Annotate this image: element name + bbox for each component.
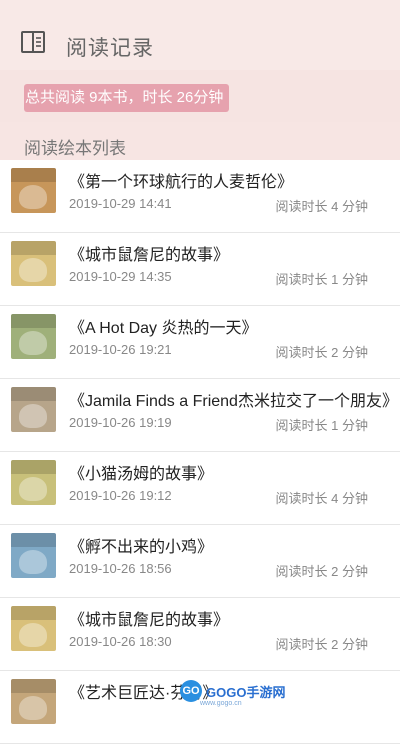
book-title: 《第一个环球航行的人麦哲伦》 [69,174,294,191]
book-list: 《第一个环球航行的人麦哲伦》 2019-10-29 14:41 阅读时长 4 分钟《… [0,160,400,744]
read-duration: 阅读时长 4 分钟 [275,491,368,506]
book-title: 《孵不出来的小鸡》 [69,539,214,556]
book-title: 《小猫汤姆的故事》 [69,466,214,483]
read-duration: 阅读时长 1 分钟 [275,272,368,287]
read-duration: 阅读时长 1 分钟 [275,418,368,433]
header-bar [0,0,400,78]
book-cover [11,533,56,578]
watermark-url: www.gogo.cn [200,700,242,707]
list-item[interactable]: 《城市鼠詹尼的故事》 2019-10-29 14:35 阅读时长 1 分钟 [0,233,400,306]
read-date: 2019-10-26 18:56 [69,561,172,576]
list-item[interactable]: 《第一个环球航行的人麦哲伦》 2019-10-29 14:41 阅读时长 4 分钟 [0,160,400,233]
read-duration: 阅读时长 2 分钟 [275,345,368,360]
book-title: 《城市鼠詹尼的故事》 [69,247,230,264]
watermark-logo-icon: GO [180,680,202,702]
list-item[interactable]: 《城市鼠詹尼的故事》 2019-10-26 18:30 阅读时长 2 分钟 [0,598,400,671]
read-duration: 阅读时长 2 分钟 [275,637,368,652]
page-title: 阅读记录 [66,37,154,60]
read-date: 2019-10-26 19:19 [69,415,172,430]
read-date: 2019-10-26 19:12 [69,488,172,503]
watermark-text: GOGO手游网 [206,684,286,700]
list-item[interactable]: 《孵不出来的小鸡》 2019-10-26 18:56 阅读时长 2 分钟 [0,525,400,598]
book-cover [11,679,56,724]
book-title: 《A Hot Day 炎热的一天》 [69,320,258,337]
list-item[interactable]: 《A Hot Day 炎热的一天》 2019-10-26 19:21 阅读时长 2 … [0,306,400,379]
book-cover [11,606,56,651]
list-item[interactable]: 《小猫汤姆的故事》 2019-10-26 19:12 阅读时长 4 分钟 [0,452,400,525]
read-duration: 阅读时长 4 分钟 [275,199,368,214]
read-date: 2019-10-29 14:35 [69,269,172,284]
read-duration: 阅读时长 2 分钟 [275,564,368,579]
watermark: GO GOGO手游网 [180,680,285,702]
book-title: 《城市鼠詹尼的故事》 [69,612,230,629]
read-date: 2019-10-26 18:30 [69,634,172,649]
list-item[interactable]: 《Jamila Finds a Friend杰米拉交了一个朋友》 2019-10-… [0,379,400,452]
section-title: 阅读绘本列表 [24,139,126,158]
read-date: 2019-10-26 19:21 [69,342,172,357]
book-cover [11,460,56,505]
book-cover [11,241,56,286]
reading-summary: 总共阅读 9本书，时长 26分钟 [24,84,230,112]
book-title: 《Jamila Finds a Friend杰米拉交了一个朋友》 [69,393,394,410]
book-cover [11,314,56,359]
book-cover [11,168,56,213]
book-cover [11,387,56,432]
book-open-icon[interactable] [20,30,46,54]
read-date: 2019-10-29 14:41 [69,196,172,211]
